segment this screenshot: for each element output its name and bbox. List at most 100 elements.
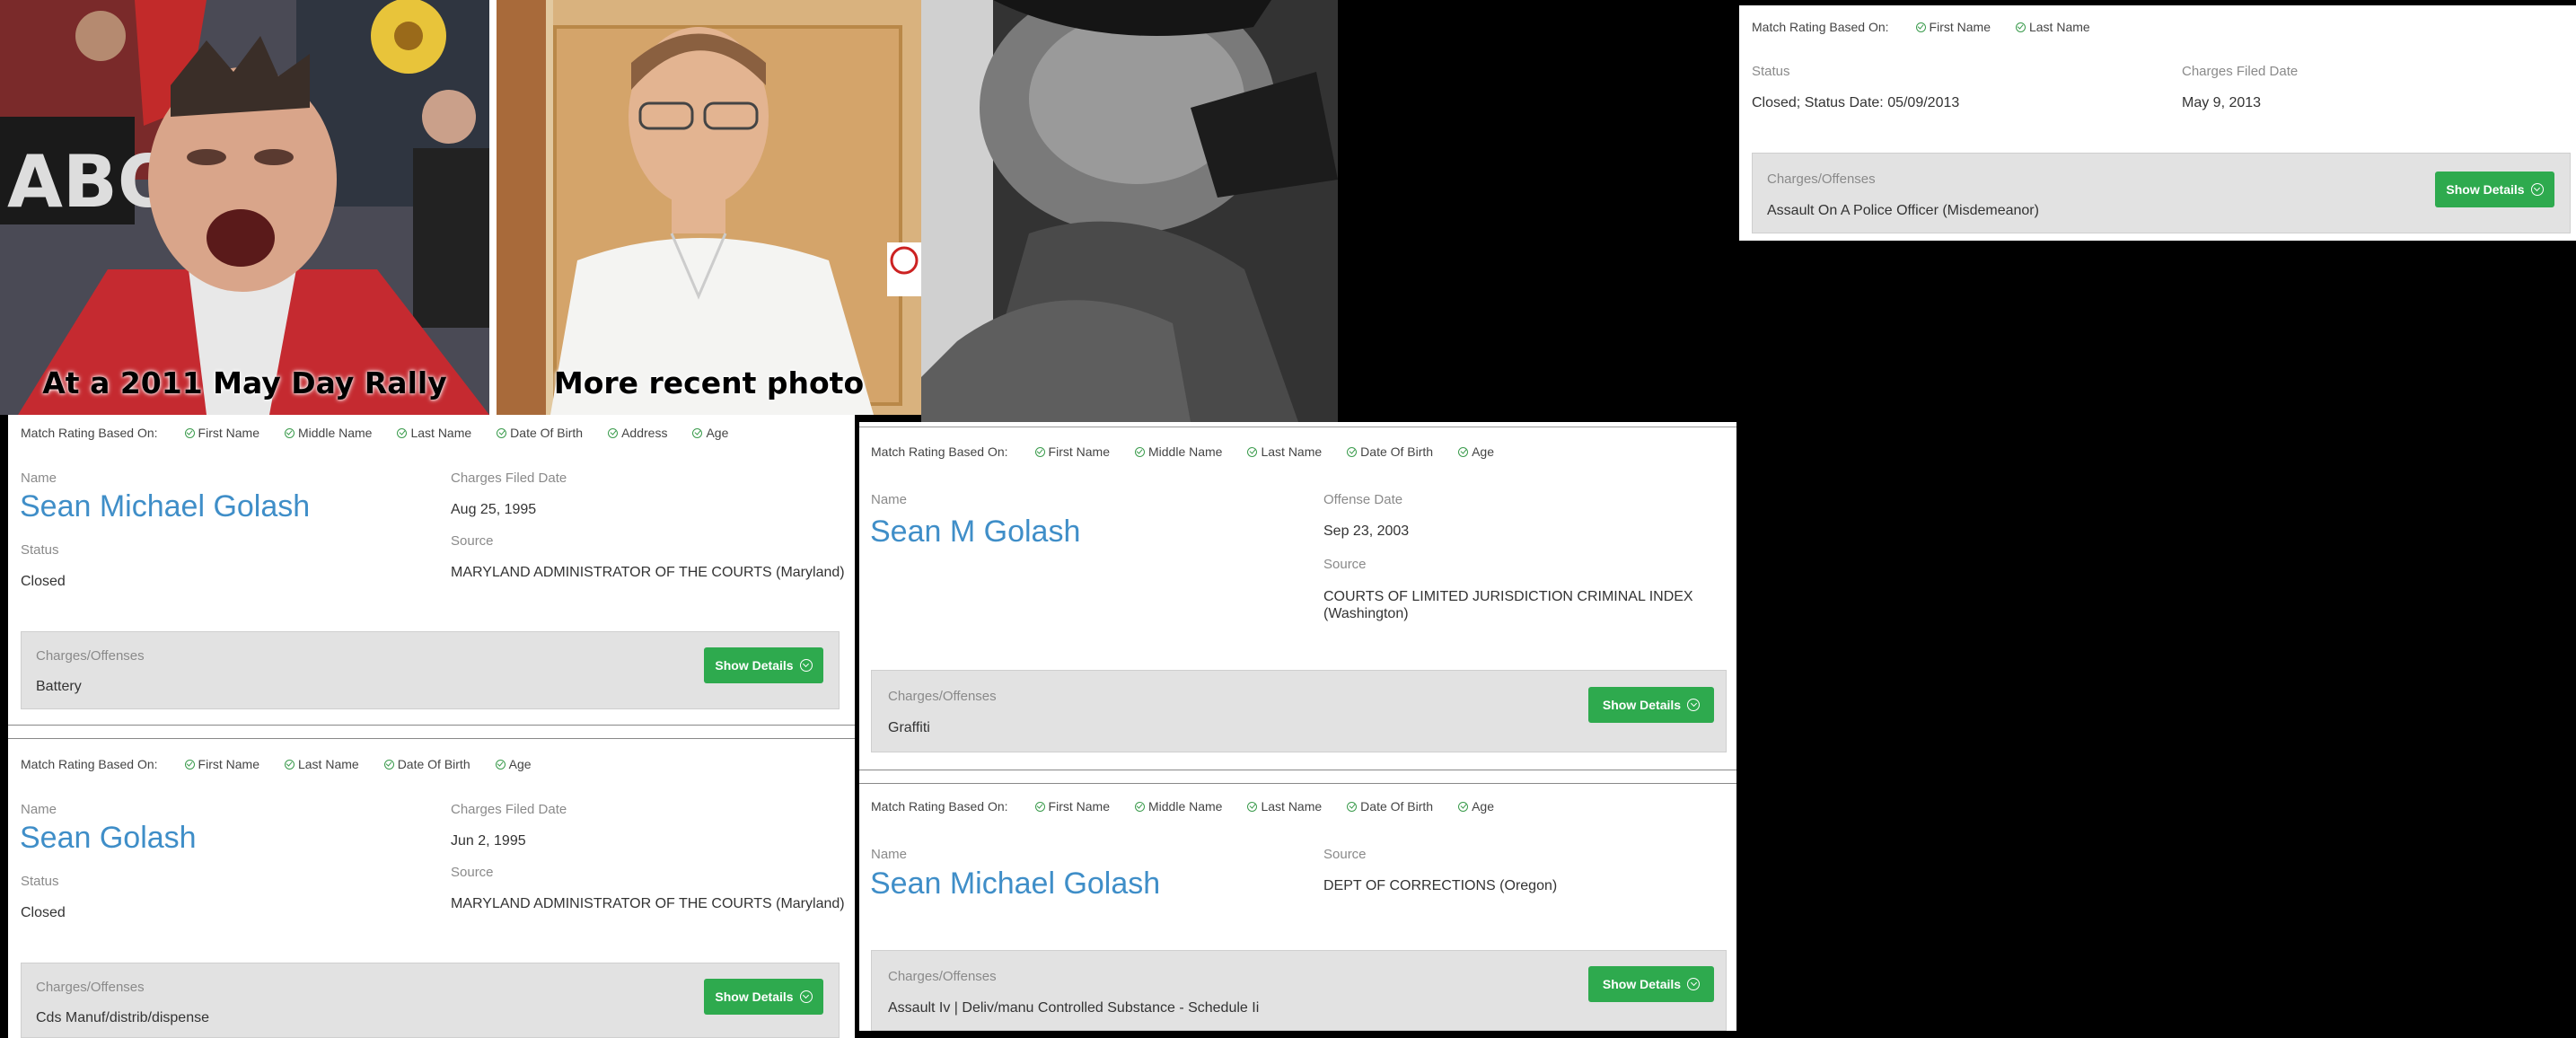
check-circle-icon xyxy=(2015,22,2026,32)
charges-filed-label: Charges Filed Date xyxy=(451,471,567,486)
check-circle-icon xyxy=(1134,801,1145,812)
name-label: Name xyxy=(21,471,57,486)
criterion-label: Date Of Birth xyxy=(397,757,470,771)
source-value: MARYLAND ADMINISTRATOR OF THE COURTS (Ma… xyxy=(451,896,845,911)
status-label: Status xyxy=(1752,64,1790,79)
match-rating-row: Match Rating Based On: First Name Last N… xyxy=(21,757,557,771)
charges-filed-label: Charges Filed Date xyxy=(451,802,567,817)
check-circle-icon xyxy=(1347,446,1358,457)
source-value: MARYLAND ADMINISTRATOR OF THE COURTS (Ma… xyxy=(451,565,845,580)
record-card-left-2: Match Rating Based On: First Name Last N… xyxy=(8,739,855,1038)
check-circle-icon xyxy=(1458,446,1469,457)
show-details-label: Show Details xyxy=(2446,182,2525,197)
match-rating-label: Match Rating Based On: xyxy=(1752,20,1889,34)
recent-caption: More recent photo xyxy=(553,365,865,400)
criterion-label: Date Of Birth xyxy=(510,426,584,440)
show-details-button[interactable]: Show Details xyxy=(704,979,823,1015)
show-details-button[interactable]: Show Details xyxy=(1588,687,1714,723)
criterion-label: Last Name xyxy=(410,426,472,440)
rally-caption: At a 2011 May Day Rally xyxy=(42,365,447,400)
chevron-down-icon xyxy=(1687,978,1701,990)
record-card-left-1: Match Rating Based On: First Name Middle… xyxy=(8,415,855,725)
check-circle-icon xyxy=(284,427,295,438)
photo-divider xyxy=(489,0,497,415)
charges-value: Battery xyxy=(36,679,82,694)
match-rating-row: Match Rating Based On: First Name Middle… xyxy=(21,426,753,440)
check-circle-icon xyxy=(1347,801,1358,812)
charges-value: Assault On A Police Officer (Misdemeanor… xyxy=(1767,203,2039,218)
status-label: Status xyxy=(21,874,59,889)
chevron-down-icon xyxy=(799,659,813,672)
show-details-button[interactable]: Show Details xyxy=(1588,966,1714,1002)
criterion-label: First Name xyxy=(198,757,259,771)
source-label: Source xyxy=(1323,847,1367,862)
person-name[interactable]: Sean Golash xyxy=(20,821,197,856)
source-label: Source xyxy=(451,533,494,549)
criterion-label: Age xyxy=(706,426,729,440)
charges-value: Cds Manuf/distrib/dispense xyxy=(36,1010,209,1025)
criterion-label: First Name xyxy=(1048,444,1110,459)
name-label: Name xyxy=(21,802,57,817)
check-circle-icon xyxy=(1247,446,1258,457)
person-name[interactable]: Sean Michael Golash xyxy=(870,866,1160,902)
offense-date-value: Sep 23, 2003 xyxy=(1323,523,1410,539)
criterion-label: Address xyxy=(621,426,668,440)
rally-photo: ABO At a 2011 May Day Rally xyxy=(0,0,489,415)
check-circle-icon xyxy=(1458,801,1469,812)
check-circle-icon xyxy=(184,759,195,770)
check-circle-icon xyxy=(284,759,295,770)
chevron-down-icon xyxy=(799,990,813,1003)
charges-filed-value: May 9, 2013 xyxy=(2182,95,2262,110)
show-details-label: Show Details xyxy=(1602,698,1682,712)
status-value: Closed; Status Date: 05/09/2013 xyxy=(1752,95,1960,110)
charges-panel: Charges/Offenses Graffiti Show Details xyxy=(871,670,1727,752)
charges-filed-label: Charges Filed Date xyxy=(2182,64,2299,79)
match-rating-label: Match Rating Based On: xyxy=(21,757,158,771)
charges-filed-value: Aug 25, 1995 xyxy=(451,502,537,517)
check-circle-icon xyxy=(1134,446,1145,457)
criterion-label: First Name xyxy=(1929,20,1991,34)
match-rating-row: Match Rating Based On: First Name Middle… xyxy=(871,444,1519,459)
source-label: Source xyxy=(1323,557,1367,572)
charges-label: Charges/Offenses xyxy=(888,689,997,704)
name-label: Name xyxy=(871,847,908,862)
chevron-down-icon xyxy=(1687,699,1701,711)
charges-panel: Charges/Offenses Assault Iv | Deliv/manu… xyxy=(871,950,1727,1031)
chevron-down-icon xyxy=(2530,183,2544,196)
charges-panel: Charges/Offenses Assault On A Police Off… xyxy=(1752,153,2571,233)
show-details-label: Show Details xyxy=(715,658,794,673)
record-card-mid-2: Match Rating Based On: First Name Middle… xyxy=(859,784,1736,1031)
show-details-button[interactable]: Show Details xyxy=(704,647,823,683)
check-circle-icon xyxy=(692,427,703,438)
record-card-mid-1: Match Rating Based On: First Name Middle… xyxy=(859,422,1736,770)
person-name[interactable]: Sean Michael Golash xyxy=(20,489,310,524)
check-circle-icon xyxy=(184,427,195,438)
criterion-label: Middle Name xyxy=(297,426,373,440)
criterion-label: Age xyxy=(508,757,532,771)
status-value: Closed xyxy=(21,905,66,920)
record-separator xyxy=(8,725,855,739)
match-rating-label: Match Rating Based On: xyxy=(871,799,1008,814)
record-card-topright: Match Rating Based On: First Name Last N… xyxy=(1739,5,2576,241)
criterion-label: First Name xyxy=(198,426,259,440)
charges-label: Charges/Offenses xyxy=(36,980,145,995)
criterion-label: Middle Name xyxy=(1147,444,1223,459)
person-name[interactable]: Sean M Golash xyxy=(870,515,1080,550)
show-details-label: Show Details xyxy=(715,990,794,1004)
check-circle-icon xyxy=(608,427,619,438)
match-rating-row: Match Rating Based On: First Name Middle… xyxy=(871,799,1519,814)
charges-label: Charges/Offenses xyxy=(888,969,997,984)
criterion-label: Age xyxy=(1472,444,1495,459)
match-rating-row: Match Rating Based On: First Name Last N… xyxy=(1752,20,2115,34)
recent-photo: More recent photo xyxy=(497,0,921,415)
match-rating-label: Match Rating Based On: xyxy=(21,426,158,440)
criterion-label: Last Name xyxy=(1261,799,1323,814)
show-details-button[interactable]: Show Details xyxy=(2435,172,2554,207)
check-circle-icon xyxy=(1034,446,1045,457)
criterion-label: Last Name xyxy=(2028,20,2090,34)
match-rating-label: Match Rating Based On: xyxy=(871,444,1008,459)
check-circle-icon xyxy=(497,427,507,438)
check-circle-icon xyxy=(397,427,408,438)
check-circle-icon xyxy=(495,759,506,770)
source-value: DEPT OF CORRECTIONS (Oregon) xyxy=(1323,878,1558,893)
